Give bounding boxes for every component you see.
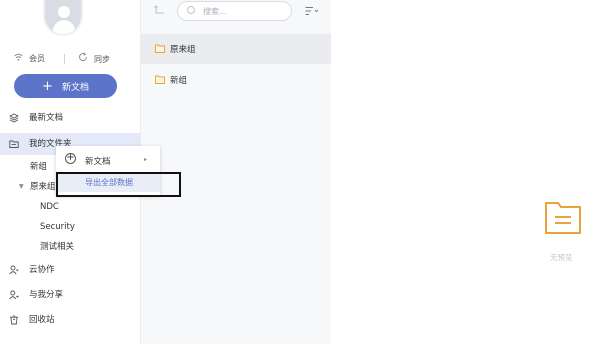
- wifi-icon: [13, 52, 23, 66]
- new-document-label: 新文档: [61, 82, 89, 93]
- tree-item-label: 新组: [30, 162, 48, 172]
- nav-trash-label: 回收站: [29, 315, 55, 325]
- list-item[interactable]: 新组: [141, 65, 331, 95]
- list-item[interactable]: 原来组: [141, 34, 331, 64]
- folder-icon: [155, 75, 165, 84]
- avatar-body: [53, 20, 75, 34]
- tree-item-label: 测试相关: [40, 242, 75, 252]
- tree-item-test[interactable]: 测试相关: [40, 238, 74, 256]
- tree-item-label: NDC: [40, 202, 59, 212]
- sync-button[interactable]: 同步: [78, 52, 110, 66]
- tree-item-label: Security: [40, 222, 75, 232]
- sync-icon: [78, 52, 88, 67]
- user-icon: [9, 265, 19, 275]
- tree-item-label: 原来组: [30, 182, 56, 192]
- avatar-head: [58, 6, 70, 18]
- nav-shared-with-me[interactable]: 与我分享: [0, 284, 141, 306]
- context-menu-new-document-label: 新文档: [85, 157, 111, 167]
- list-toolbar: 搜索...: [141, 0, 331, 26]
- caret-down-icon[interactable]: ▼: [19, 183, 24, 190]
- back-arrow-icon[interactable]: [154, 5, 165, 18]
- layers-icon: [9, 113, 19, 123]
- share-user-icon: [9, 290, 19, 300]
- trash-icon: [10, 315, 18, 325]
- tree-item-new-group[interactable]: 新组: [30, 158, 47, 176]
- tree-item-ndc[interactable]: NDC: [40, 198, 59, 216]
- folder-icon: [155, 44, 165, 53]
- divider: [64, 54, 65, 64]
- nav-shared-with-me-label: 与我分享: [29, 290, 64, 300]
- submenu-arrow-icon: ▸: [144, 156, 148, 163]
- avatar[interactable]: [43, 0, 83, 36]
- context-menu-new-document[interactable]: + 新文档 ▸: [56, 150, 160, 170]
- member-button[interactable]: 会员: [13, 52, 45, 66]
- search-input[interactable]: 搜索...: [177, 1, 292, 21]
- empty-folder-icon: [545, 202, 581, 234]
- nav-recent-docs[interactable]: 最新文档: [0, 107, 141, 129]
- nav-cloud-collab-label: 云协作: [29, 265, 55, 275]
- nav-cloud-collab[interactable]: 云协作: [0, 259, 141, 281]
- add-circle-icon: +: [65, 152, 76, 164]
- member-label: 会员: [29, 54, 45, 63]
- search-icon: [187, 6, 195, 14]
- sync-label: 同步: [94, 55, 110, 64]
- tree-item-yuanlai-group[interactable]: 原来组: [30, 178, 56, 196]
- new-document-button[interactable]: + 新文档: [14, 74, 117, 98]
- list-item-name: 新组: [170, 76, 188, 86]
- empty-preview-text: 无预览: [550, 253, 573, 262]
- sort-list-icon[interactable]: [305, 6, 319, 16]
- highlight-box: [56, 172, 181, 197]
- nav-recent-docs-label: 最新文档: [29, 113, 64, 123]
- folder-icon: [9, 140, 19, 148]
- list-item-name: 原来组: [170, 45, 196, 55]
- member-sync-row: 会员 同步: [0, 52, 141, 66]
- plus-icon: +: [42, 78, 53, 94]
- search-placeholder: 搜索...: [203, 7, 227, 16]
- tree-item-security[interactable]: Security: [40, 218, 75, 236]
- nav-trash[interactable]: 回收站: [0, 309, 141, 331]
